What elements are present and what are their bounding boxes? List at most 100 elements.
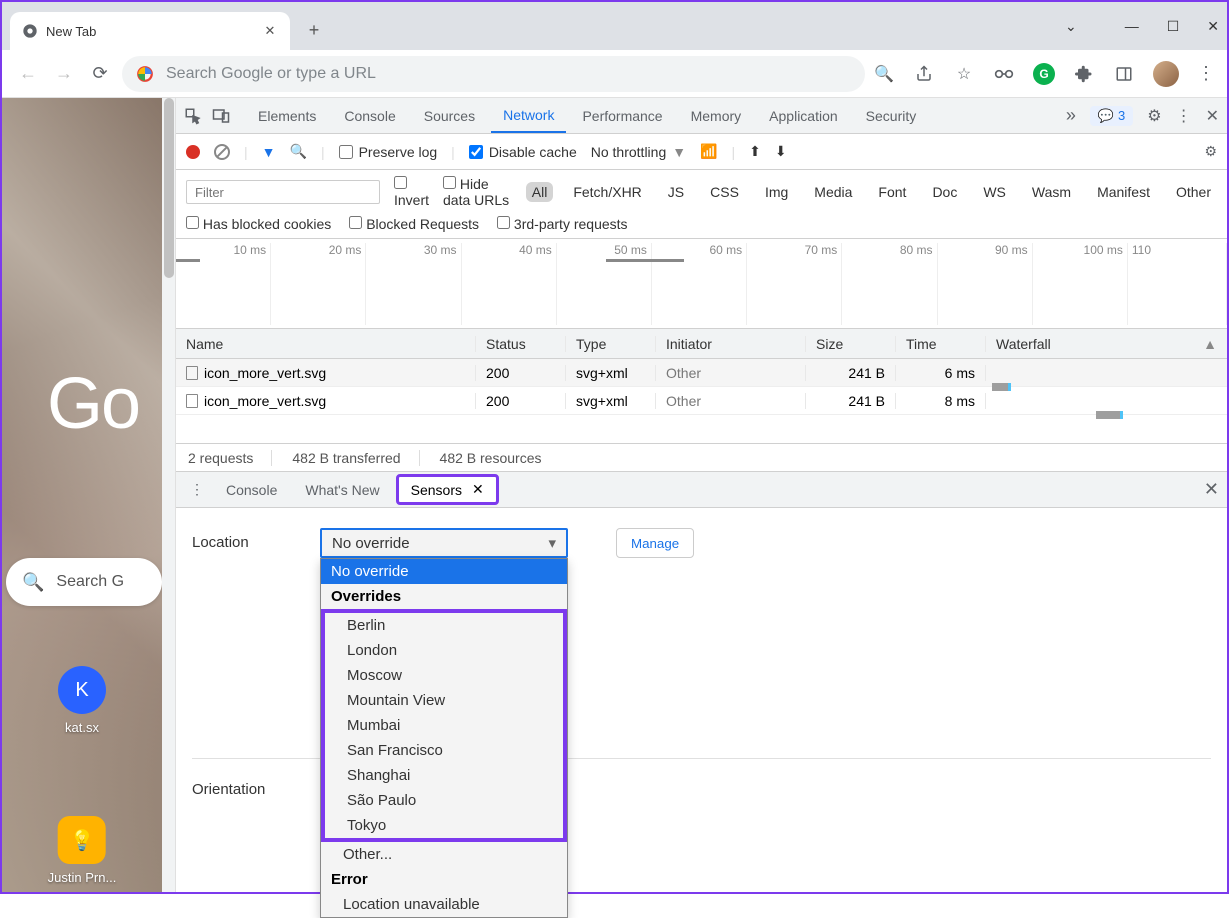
shortcut-tile[interactable]: 💡 Justin Prn... — [48, 816, 117, 885]
omnibox[interactable]: Search Google or type a URL — [122, 56, 865, 92]
ntp-search-box[interactable]: 🔍 Search G — [6, 558, 162, 606]
type-manifest[interactable]: Manifest — [1091, 182, 1156, 202]
tab-console[interactable]: Console — [332, 98, 407, 133]
zoom-icon[interactable]: 🔍 — [873, 63, 895, 85]
download-icon[interactable]: ⬇ — [775, 143, 787, 160]
type-css[interactable]: CSS — [704, 182, 745, 202]
drawer-tab-console[interactable]: Console — [214, 472, 289, 507]
extensions-icon[interactable] — [1073, 63, 1095, 85]
table-row[interactable]: icon_more_vert.svg 200 svg+xml Other 241… — [176, 387, 1227, 415]
tab-application[interactable]: Application — [757, 98, 850, 133]
browser-toolbar: ← → ⟳ Search Google or type a URL 🔍 ☆ G … — [2, 50, 1227, 98]
new-tab-button[interactable]: + — [298, 14, 330, 46]
drawer-tab-whatsnew[interactable]: What's New — [293, 472, 391, 507]
back-button[interactable]: ← — [14, 60, 42, 88]
option-city[interactable]: Tokyo — [325, 813, 563, 838]
option-city[interactable]: Berlin — [325, 613, 563, 638]
blocked-cookies-checkbox[interactable]: Has blocked cookies — [186, 216, 331, 232]
option-header-error: Error — [321, 867, 567, 892]
table-row[interactable]: icon_more_vert.svg 200 svg+xml Other 241… — [176, 359, 1227, 387]
upload-icon[interactable]: ⬆ — [749, 143, 761, 160]
link-icon[interactable] — [993, 63, 1015, 85]
more-tabs-icon[interactable]: » — [1066, 105, 1076, 126]
share-icon[interactable] — [913, 63, 935, 85]
drawer-tab-sensors[interactable]: Sensors ✕ — [396, 474, 499, 505]
location-select[interactable]: No override ▾ — [320, 528, 568, 558]
option-city[interactable]: Shanghai — [325, 763, 563, 788]
preserve-log-checkbox[interactable]: Preserve log — [339, 144, 438, 160]
devtools-menu-icon[interactable]: ⋮ — [1176, 106, 1192, 126]
hide-data-urls-checkbox[interactable]: Hide data URLs — [443, 176, 512, 208]
type-wasm[interactable]: Wasm — [1026, 182, 1077, 202]
option-no-override[interactable]: No override — [321, 559, 567, 584]
option-other[interactable]: Other... — [321, 842, 567, 867]
type-ws[interactable]: WS — [977, 182, 1012, 202]
type-all[interactable]: All — [526, 182, 554, 202]
chevron-down-icon: ▾ — [548, 534, 556, 552]
wifi-icon[interactable]: 📶 — [700, 143, 717, 160]
tab-memory[interactable]: Memory — [679, 98, 754, 133]
bookmark-icon[interactable]: ☆ — [953, 63, 975, 85]
tab-performance[interactable]: Performance — [570, 98, 674, 133]
manage-button[interactable]: Manage — [616, 528, 694, 558]
shortcut-label: Justin Prn... — [48, 870, 117, 885]
option-city[interactable]: Moscow — [325, 663, 563, 688]
devtools-close-icon[interactable]: ✕ — [1206, 106, 1219, 126]
sensors-panel: Location No override ▾ No override Overr… — [176, 508, 1227, 892]
device-toolbar-icon[interactable] — [212, 107, 230, 125]
file-icon — [186, 394, 198, 408]
minimize-button[interactable]: — — [1125, 18, 1139, 34]
type-fetch[interactable]: Fetch/XHR — [567, 182, 647, 202]
type-js[interactable]: JS — [662, 182, 690, 202]
option-city[interactable]: Mumbai — [325, 713, 563, 738]
type-doc[interactable]: Doc — [926, 182, 963, 202]
network-settings-icon[interactable]: ⚙ — [1204, 143, 1217, 160]
clear-button[interactable] — [214, 144, 230, 160]
sidepanel-icon[interactable] — [1113, 63, 1135, 85]
search-icon[interactable]: 🔍 — [290, 143, 307, 160]
menu-icon[interactable]: ⋮ — [1197, 63, 1215, 84]
option-city[interactable]: London — [325, 638, 563, 663]
close-window-button[interactable]: ✕ — [1207, 18, 1219, 35]
issues-badge[interactable]: 💬3 — [1090, 106, 1133, 126]
summary-transferred: 482 B transferred — [292, 450, 419, 466]
browser-tab[interactable]: New Tab ✕ — [10, 12, 290, 50]
drawer-menu-icon[interactable]: ⋮ — [184, 481, 210, 498]
chevron-down-icon[interactable]: ⌄ — [1065, 18, 1077, 35]
maximize-button[interactable]: ☐ — [1167, 18, 1180, 35]
shortcut-tile[interactable]: K kat.sx — [58, 666, 106, 735]
filter-icon[interactable]: ▼ — [262, 144, 276, 160]
devtools-tabs: Elements Console Sources Network Perform… — [176, 98, 1227, 134]
tab-network[interactable]: Network — [491, 98, 566, 133]
filter-input[interactable] — [186, 180, 380, 204]
type-font[interactable]: Font — [872, 182, 912, 202]
tab-sources[interactable]: Sources — [412, 98, 487, 133]
disable-cache-checkbox[interactable]: Disable cache — [469, 144, 577, 160]
type-other[interactable]: Other — [1170, 182, 1217, 202]
option-city[interactable]: San Francisco — [325, 738, 563, 763]
blocked-requests-checkbox[interactable]: Blocked Requests — [349, 216, 479, 232]
type-media[interactable]: Media — [808, 182, 858, 202]
tab-close-icon[interactable]: ✕ — [262, 23, 278, 39]
record-button[interactable] — [186, 145, 200, 159]
option-city[interactable]: São Paulo — [325, 788, 563, 813]
third-party-checkbox[interactable]: 3rd-party requests — [497, 216, 628, 232]
devtools-scrollbar[interactable] — [162, 98, 176, 892]
tab-elements[interactable]: Elements — [246, 98, 328, 133]
tab-security[interactable]: Security — [854, 98, 929, 133]
settings-icon[interactable]: ⚙ — [1147, 106, 1161, 126]
grammarly-icon[interactable]: G — [1033, 63, 1055, 85]
close-icon[interactable]: ✕ — [472, 481, 484, 498]
forward-button[interactable]: → — [50, 60, 78, 88]
inspect-icon[interactable] — [184, 107, 202, 125]
type-img[interactable]: Img — [759, 182, 794, 202]
profile-avatar[interactable] — [1153, 61, 1179, 87]
invert-checkbox[interactable]: Invert — [394, 176, 429, 208]
throttling-select[interactable]: No throttling▼ — [591, 144, 686, 160]
network-timeline[interactable]: 10 ms 20 ms 30 ms 40 ms 50 ms 60 ms 70 m… — [176, 239, 1227, 329]
drawer-close-icon[interactable]: ✕ — [1204, 479, 1219, 500]
google-icon — [136, 65, 154, 83]
reload-button[interactable]: ⟳ — [86, 60, 114, 88]
option-city[interactable]: Mountain View — [325, 688, 563, 713]
option-location-unavailable[interactable]: Location unavailable — [321, 892, 567, 917]
